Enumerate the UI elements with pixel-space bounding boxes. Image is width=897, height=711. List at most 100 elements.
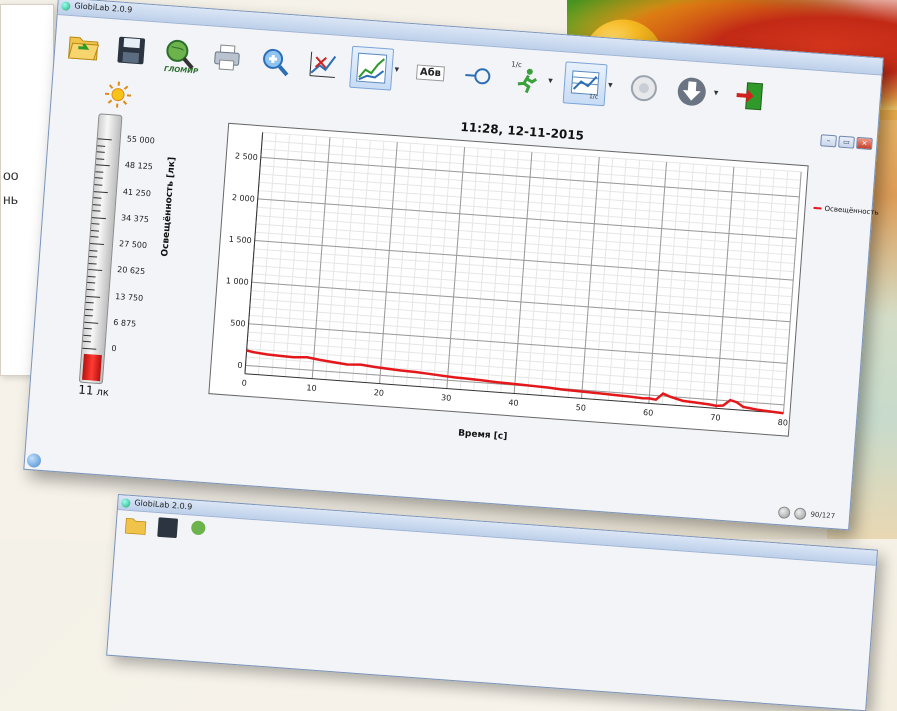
rate-dropdown-arrow[interactable]: ▾: [548, 76, 557, 87]
sensor-reading: 11лк: [78, 383, 110, 399]
grid-minor-vertical: [743, 169, 761, 410]
thermometer-tick: [93, 197, 101, 199]
secondary-app-logo-icon: [121, 498, 131, 508]
window-title: GlobiLab 2.0.9: [74, 1, 132, 14]
download-button[interactable]: [670, 70, 713, 113]
thermometer-tick: [86, 295, 100, 297]
grid-minor-vertical: [528, 153, 546, 394]
table-dropdown-arrow[interactable]: ▾: [608, 81, 617, 92]
point-button[interactable]: [457, 55, 500, 98]
legend-label: Освещённость: [824, 205, 879, 217]
exit-door-icon: [734, 80, 766, 112]
exit-button[interactable]: [728, 75, 771, 118]
marker-graph-icon: [307, 49, 339, 81]
thermometer-tick: [88, 269, 102, 271]
grid-minor-vertical: [285, 135, 303, 376]
y-tick-label: 1 000: [225, 276, 249, 287]
grid-major-horizontal: [252, 282, 791, 322]
markers-button[interactable]: [301, 43, 344, 86]
zoom-button[interactable]: [253, 40, 296, 83]
grid-minor-vertical: [608, 159, 626, 400]
thermometer-tick: [96, 164, 110, 166]
grid-minor-vertical: [487, 150, 505, 391]
sun-icon: [103, 80, 133, 110]
next-page-button[interactable]: [794, 507, 807, 520]
glomir-button[interactable]: ГЛОМИР: [158, 33, 201, 76]
grid-major-horizontal: [258, 199, 797, 239]
x-tick-label: 30: [441, 393, 452, 403]
grid-major-vertical: [312, 137, 330, 378]
slide-text-line-2: нь: [3, 191, 18, 207]
thermometer-tick: [85, 315, 93, 317]
close-button[interactable]: ✕: [856, 137, 873, 150]
minimize-button[interactable]: –: [820, 134, 837, 147]
thermometer-tick: [97, 145, 105, 147]
grid-minor-vertical: [460, 148, 478, 389]
chart-legend: Освещённость: [813, 204, 879, 217]
thermometer-scale-label: 48 125: [125, 161, 154, 172]
thermometer-scale-label: 0: [111, 344, 117, 353]
legend-swatch: [814, 207, 822, 210]
grid-major-horizontal: [261, 157, 800, 197]
grid-minor-vertical: [393, 143, 411, 384]
thermometer-tick: [89, 256, 97, 258]
open-button[interactable]: [62, 26, 105, 69]
thermometer-tick: [91, 230, 99, 232]
thermometer-scale-label: 34 375: [121, 213, 150, 224]
y-axis-label: Освещённость [лк]: [160, 157, 177, 257]
thermometer-scale-label: 20 625: [117, 265, 146, 276]
download-dropdown-arrow[interactable]: ▾: [713, 88, 722, 99]
grid-minor-vertical: [568, 156, 586, 397]
rate-button[interactable]: 1/c: [505, 58, 548, 101]
x-tick-label: 20: [373, 388, 384, 398]
text-label-icon: Абв: [416, 64, 444, 81]
plot-area[interactable]: 0102030405060708005001 0001 5002 0002 50…: [208, 123, 808, 437]
x-tick-label: 40: [508, 398, 519, 408]
printer-icon: [211, 41, 243, 73]
save-button[interactable]: [110, 29, 153, 72]
y-tick-label: 0: [237, 361, 243, 370]
grid-minor-vertical: [595, 158, 613, 399]
grid-minor-vertical: [703, 166, 721, 407]
thermometer-scale-label: 41 250: [123, 187, 152, 198]
floppy-disk-icon: [114, 33, 148, 67]
text-label-button[interactable]: Абв: [409, 51, 452, 94]
print-button[interactable]: [206, 36, 249, 79]
grid-minor-vertical: [757, 170, 775, 411]
thermometer-tick: [87, 282, 95, 284]
x-tick-label: 0: [241, 379, 247, 388]
thermometer-tick: [85, 308, 93, 310]
grid-minor-vertical: [366, 141, 384, 382]
thermometer-tick: [87, 289, 95, 291]
thermometer-tick: [90, 250, 98, 252]
table-view-button[interactable]: 1/c: [563, 61, 608, 106]
zoom-in-icon: [259, 45, 291, 77]
sensor-reading-value: 11: [78, 383, 94, 398]
grid-minor-vertical: [326, 138, 344, 379]
secondary-floppy-disk-icon[interactable]: [154, 515, 182, 541]
glomir-label: ГЛОМИР: [164, 65, 199, 75]
record-button[interactable]: [622, 67, 665, 110]
maximize-button[interactable]: ▭: [838, 136, 855, 149]
grid-minor-vertical: [258, 133, 276, 374]
secondary-folder-open-icon[interactable]: [122, 512, 150, 538]
status-indicator-icon: [26, 453, 41, 468]
prev-page-button[interactable]: [778, 506, 791, 519]
graph-dropdown-arrow[interactable]: ▾: [394, 65, 403, 76]
sensor-reading-unit: лк: [96, 387, 109, 399]
page-counter: 90/127: [810, 511, 835, 521]
point-marker-icon: [462, 60, 494, 92]
grid-minor-vertical: [541, 154, 559, 395]
thermometer-tick: [83, 341, 91, 343]
grid-minor-vertical: [622, 160, 640, 401]
grid-minor-vertical: [501, 151, 519, 392]
thermometer-scale-label: 55 000: [126, 134, 155, 145]
x-tick-label: 70: [710, 413, 721, 423]
window-controls: – ▭ ✕: [820, 134, 873, 150]
secondary-globe-magnifier-icon[interactable]: [186, 517, 214, 543]
x-tick-label: 80: [777, 418, 788, 428]
y-tick-label: 500: [230, 318, 246, 328]
thermometer-tick: [92, 217, 106, 219]
graph-button[interactable]: [349, 46, 394, 91]
thermometer-scale-label: 27 500: [119, 239, 148, 250]
